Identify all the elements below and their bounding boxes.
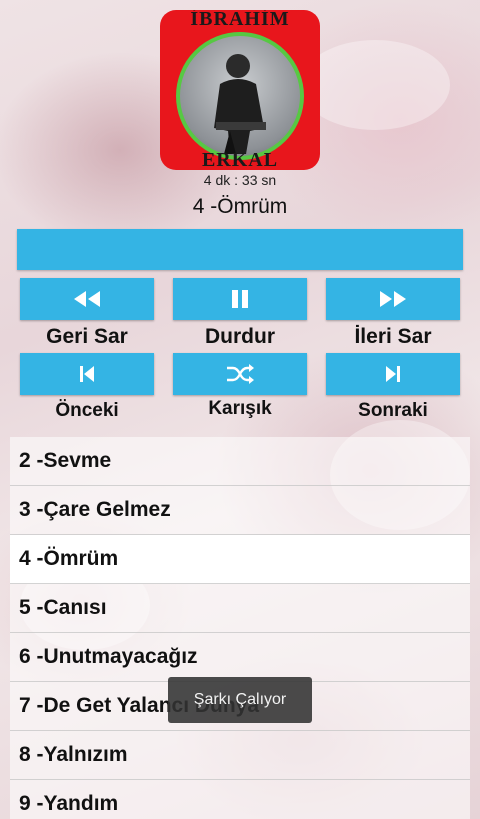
rewind-label: Geri Sar <box>46 325 128 348</box>
track-list[interactable]: 2 -Sevme 3 -Çare Gelmez 4 -Ömrüm 5 -Canı… <box>10 437 470 819</box>
album-cover: İBRAHİM ERKAL <box>160 10 320 170</box>
shuffle-icon <box>227 364 254 384</box>
artist-silhouette-icon <box>214 54 266 154</box>
track-title: 2 -Sevme <box>19 449 112 472</box>
cover-artist-top: İBRAHİM <box>190 10 290 30</box>
track-title: 5 -Canısı <box>19 596 107 619</box>
track-row[interactable]: 8 -Yalnızım <box>10 731 470 780</box>
rewind-icon <box>74 291 100 307</box>
seek-bar[interactable] <box>17 229 463 270</box>
pause-label: Durdur <box>205 325 275 348</box>
now-playing-title: 4 -Ömrüm <box>192 195 288 218</box>
rewind-button[interactable] <box>20 278 154 320</box>
skip-previous-icon <box>80 366 94 382</box>
track-title: 8 -Yalnızım <box>19 743 128 766</box>
track-row[interactable]: 5 -Canısı <box>10 584 470 633</box>
track-row-selected[interactable]: 4 -Ömrüm <box>10 535 470 584</box>
pause-button[interactable] <box>173 278 307 320</box>
toast-message: Şarkı Çalıyor <box>168 677 312 723</box>
previous-label: Önceki <box>55 400 119 421</box>
track-title: 6 -Unutmayacağız <box>19 645 198 668</box>
track-row[interactable]: 3 -Çare Gelmez <box>10 486 470 535</box>
fast-forward-button[interactable] <box>326 278 460 320</box>
track-title: 3 -Çare Gelmez <box>19 498 171 521</box>
track-row[interactable]: 9 -Yandım <box>10 780 470 819</box>
fast-forward-icon <box>380 291 406 307</box>
next-button[interactable] <box>326 353 460 395</box>
next-label: Sonraki <box>358 400 428 421</box>
track-title: 9 -Yandım <box>19 792 119 815</box>
background-petal <box>300 40 450 130</box>
track-row[interactable]: 2 -Sevme <box>10 437 470 486</box>
fast-forward-label: İleri Sar <box>354 325 432 348</box>
track-row[interactable]: 6 -Unutmayacağız <box>10 633 470 682</box>
pause-icon <box>232 290 248 308</box>
skip-next-icon <box>386 366 400 382</box>
shuffle-button[interactable] <box>173 353 307 395</box>
track-duration: 4 dk : 33 sn <box>203 172 277 188</box>
track-title: 4 -Ömrüm <box>19 547 119 570</box>
shuffle-label: Karışık <box>208 398 272 419</box>
cover-artist-bottom: ERKAL <box>201 149 279 170</box>
artist-photo <box>176 32 304 160</box>
previous-button[interactable] <box>20 353 154 395</box>
